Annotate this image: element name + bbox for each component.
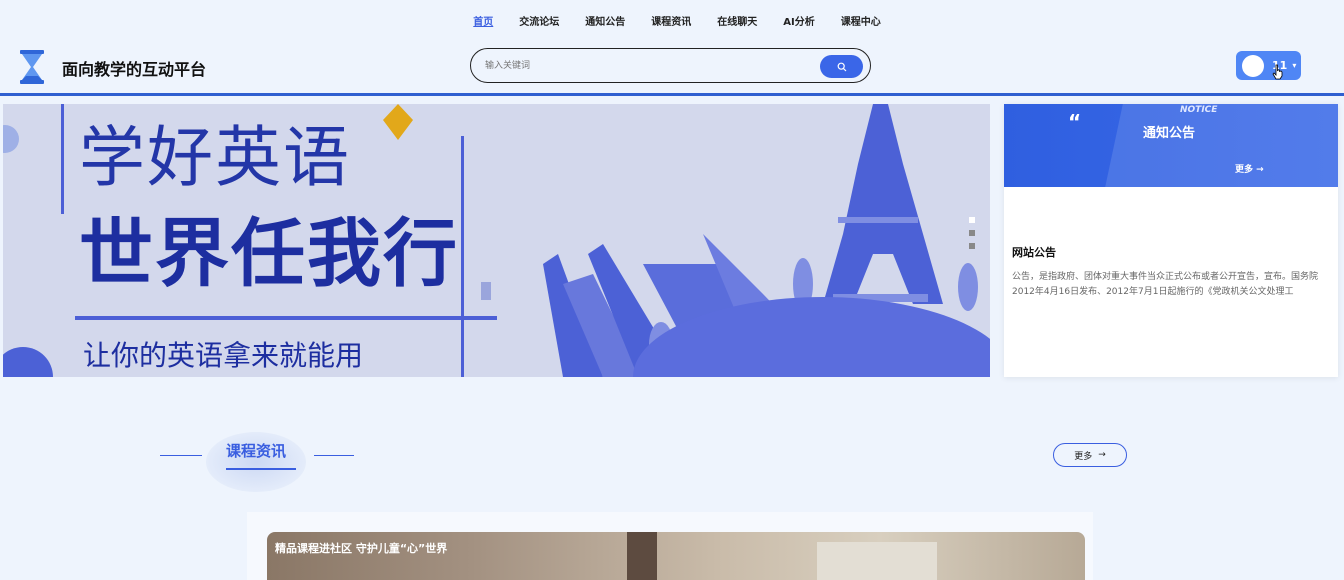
search-input[interactable] bbox=[485, 57, 805, 75]
hourglass-logo-icon bbox=[20, 50, 44, 84]
carousel-indicators bbox=[969, 217, 975, 249]
user-menu-button[interactable]: 11 ▾ bbox=[1236, 51, 1301, 80]
notice-header: NOTICE “ 通知公告 更多 → bbox=[1004, 104, 1338, 187]
course-image-detail bbox=[627, 532, 657, 580]
arrow-right-icon: → bbox=[1098, 450, 1106, 460]
nav-chat[interactable]: 在线聊天 bbox=[717, 13, 757, 28]
banner-subline: 让你的英语拿来就能用 bbox=[83, 339, 364, 372]
header-divider bbox=[0, 93, 1344, 96]
carousel-dot-1[interactable] bbox=[969, 217, 975, 223]
banner-headline-2: 世界任我行 bbox=[79, 211, 459, 297]
search-icon bbox=[837, 62, 846, 71]
section-title: 课程资讯 bbox=[226, 442, 287, 460]
nav-ai-analysis[interactable]: AI分析 bbox=[783, 13, 814, 28]
hand-cursor-icon bbox=[1272, 64, 1283, 80]
section-line-right bbox=[314, 455, 354, 456]
search-button[interactable] bbox=[820, 55, 863, 78]
course-image: 精品课程进社区 守护儿童“心”世界 bbox=[267, 532, 1085, 580]
notice-more-link[interactable]: 更多 → bbox=[1235, 162, 1264, 175]
nav-forum[interactable]: 交流论坛 bbox=[519, 13, 559, 28]
section-more-button[interactable]: 更多 → bbox=[1053, 443, 1127, 467]
course-title: 精品课程进社区 守护儿童“心”世界 bbox=[275, 542, 448, 555]
nav-home[interactable]: 首页 bbox=[473, 13, 493, 28]
header: 面向教学的互动平台 11 ▾ bbox=[0, 40, 1344, 94]
notice-card: NOTICE “ 通知公告 更多 → 网站公告 公告，是指政府、团体对重大事件当… bbox=[1004, 104, 1338, 377]
nav-notice[interactable]: 通知公告 bbox=[585, 13, 625, 28]
nav-course-news[interactable]: 课程资讯 bbox=[651, 13, 691, 28]
nav-course-center[interactable]: 课程中心 bbox=[841, 13, 881, 28]
carousel-dot-2[interactable] bbox=[969, 230, 975, 236]
section-title-underline bbox=[226, 468, 296, 470]
course-image-detail bbox=[817, 542, 937, 580]
notice-header-shape bbox=[1105, 104, 1338, 187]
search-box bbox=[470, 48, 871, 83]
banner-carousel[interactable]: 学好英语 世界任我行 让你的英语拿来就能用 bbox=[3, 104, 990, 377]
notice-item-title[interactable]: 网站公告 bbox=[1012, 244, 1056, 260]
notice-label-en: NOTICE bbox=[1180, 105, 1218, 115]
chevron-down-icon: ▾ bbox=[1292, 61, 1297, 70]
notice-title: 通知公告 bbox=[1143, 126, 1196, 141]
course-card[interactable]: 精品课程进社区 守护儿童“心”世界 bbox=[247, 512, 1093, 580]
section-line-left bbox=[160, 455, 202, 456]
banner-headline-1: 学好英语 bbox=[79, 119, 351, 196]
notice-item-text: 公告，是指政府、团体对重大事件当众正式公布或者公开宣告，宣布。国务院2012年4… bbox=[1012, 272, 1319, 297]
site-title: 面向教学的互动平台 bbox=[62, 60, 207, 79]
section-more-label: 更多 bbox=[1074, 451, 1093, 462]
quote-icon: “ bbox=[1068, 110, 1082, 134]
carousel-dot-3[interactable] bbox=[969, 243, 975, 249]
avatar bbox=[1242, 54, 1264, 77]
top-nav: 首页 交流论坛 通知公告 课程资讯 在线聊天 AI分析 课程中心 bbox=[0, 0, 1344, 40]
